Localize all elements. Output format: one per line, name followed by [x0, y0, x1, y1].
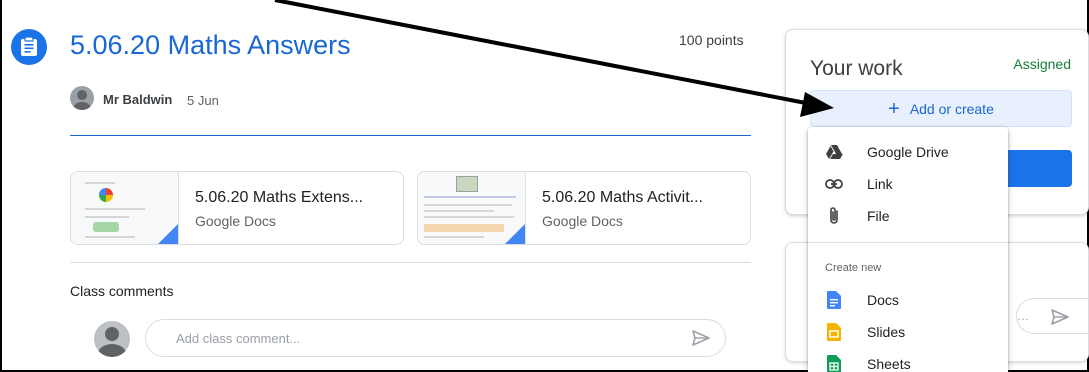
menu-item-label: Docs [867, 292, 899, 308]
assignment-status: Assigned [1013, 56, 1071, 72]
header-divider [70, 135, 751, 136]
sheets-icon [824, 354, 844, 372]
menu-item-label: Sheets [867, 356, 911, 372]
author-avatar [70, 86, 94, 110]
class-comments-label: Class comments [70, 283, 174, 299]
document-thumbnail [71, 172, 179, 244]
class-comment-placeholder: Add class comment... [176, 331, 301, 346]
docs-icon [824, 290, 844, 310]
menu-item-label: Link [867, 176, 893, 192]
assignment-title: 5.06.20 Maths Answers [70, 30, 351, 60]
document-thumbnail [418, 172, 526, 244]
user-avatar [94, 321, 130, 357]
attachment-title[interactable]: 5.06.20 Maths Activit... [542, 189, 703, 207]
class-comment-input[interactable]: Add class comment... [145, 319, 726, 357]
add-or-create-button[interactable]: + Add or create [810, 90, 1072, 127]
ellipsis-icon: … [1017, 309, 1029, 323]
menu-item-slides[interactable]: Slides [808, 316, 1008, 348]
create-new-heading: Create new [825, 262, 882, 274]
slides-icon [824, 322, 844, 342]
menu-item-sheets[interactable]: Sheets [808, 348, 1008, 372]
section-divider [70, 262, 751, 263]
menu-divider [808, 242, 1008, 243]
author-name: Mr Baldwin [103, 92, 173, 107]
assignment-icon [11, 29, 47, 65]
google-drive-icon [824, 142, 844, 162]
menu-item-label: Slides [867, 324, 906, 340]
attachment-type: Google Docs [542, 213, 623, 229]
mark-as-done-button[interactable] [1001, 150, 1072, 187]
menu-item-link[interactable]: Link [808, 168, 1008, 200]
paperclip-icon [824, 206, 844, 226]
attachment-type: Google Docs [195, 213, 276, 229]
send-icon[interactable] [1050, 308, 1070, 331]
menu-item-file[interactable]: File [808, 200, 1008, 232]
menu-item-docs[interactable]: Docs [808, 284, 1008, 316]
attachment-card[interactable]: 5.06.20 Maths Activit... Google Docs [417, 171, 751, 245]
menu-item-label: Google Drive [867, 144, 949, 160]
link-icon [824, 174, 844, 194]
send-icon[interactable] [691, 329, 711, 352]
attachment-title[interactable]: 5.06.20 Maths Extens... [195, 189, 363, 207]
attachment-card[interactable]: 5.06.20 Maths Extens... Google Docs [70, 171, 404, 245]
assignment-points: 100 points [679, 32, 744, 48]
your-work-title: Your work [810, 57, 903, 80]
menu-item-google-drive[interactable]: Google Drive [808, 136, 1008, 168]
private-comment-input[interactable]: … [1016, 298, 1089, 334]
add-or-create-menu: Google Drive Link File Create new Docs S… [808, 127, 1008, 372]
add-or-create-label: Add or create [909, 100, 994, 117]
post-date: 5 Jun [187, 93, 219, 108]
plus-icon: + [888, 97, 900, 120]
menu-item-label: File [867, 208, 890, 224]
